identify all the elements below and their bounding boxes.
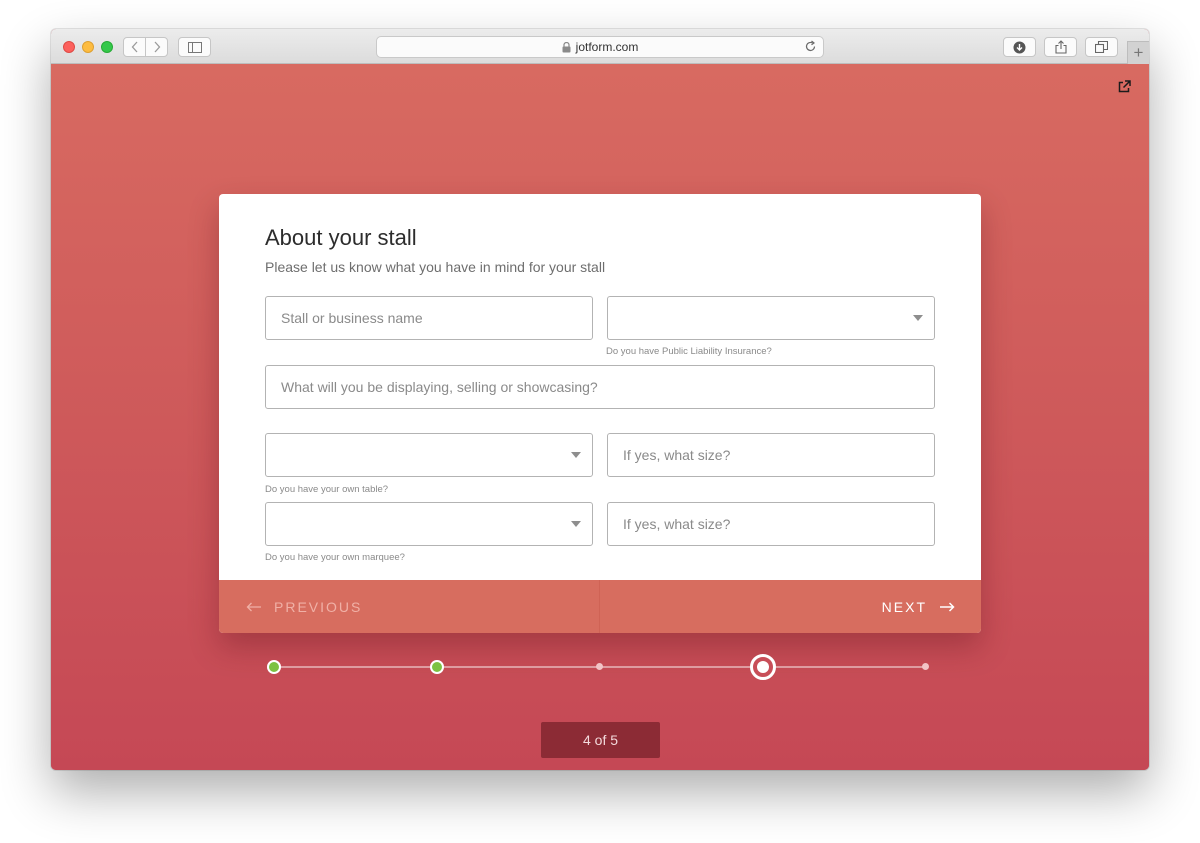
arrow-right-icon <box>939 601 955 612</box>
new-tab-button[interactable]: + <box>1127 41 1149 64</box>
address-bar[interactable]: jotform.com <box>376 36 824 58</box>
share-button[interactable] <box>1044 37 1077 57</box>
reload-icon[interactable] <box>804 40 817 53</box>
browser-window: jotform.com + About your stall Please le… <box>51 29 1149 770</box>
page-counter: 4 of 5 <box>541 722 660 758</box>
progress-step-5[interactable] <box>922 663 929 670</box>
own-table-select[interactable] <box>265 433 593 477</box>
insurance-select[interactable] <box>607 296 935 340</box>
tabs-overview-button[interactable] <box>1085 37 1118 57</box>
plus-icon: + <box>1133 43 1144 62</box>
page-content: About your stall Please let us know what… <box>51 64 1149 770</box>
progress-step-2[interactable] <box>430 660 444 674</box>
progress-step-3[interactable] <box>596 663 603 670</box>
own-marquee-select[interactable] <box>265 502 593 546</box>
sidebar-icon <box>187 41 202 53</box>
lock-icon <box>562 41 572 53</box>
share-icon <box>1054 40 1067 54</box>
chevron-left-icon <box>131 41 137 53</box>
form-navigation: PREVIOUS NEXT <box>219 580 981 633</box>
form-subtitle: Please let us know what you have in mind… <box>265 259 606 275</box>
form-card: About your stall Please let us know what… <box>219 194 981 633</box>
arrow-left-icon <box>246 602 262 612</box>
url-text: jotform.com <box>575 40 639 54</box>
previous-label: PREVIOUS <box>274 598 363 615</box>
insurance-helper: Do you have Public Liability Insurance? <box>606 346 772 357</box>
table-size-placeholder: If yes, what size? <box>623 447 731 463</box>
chevron-right-icon <box>154 41 160 53</box>
download-button[interactable] <box>1003 37 1036 57</box>
forward-button[interactable] <box>145 37 168 57</box>
chevron-down-icon <box>913 315 923 321</box>
table-size-input[interactable]: If yes, what size? <box>607 433 935 477</box>
sidebar-toggle-button[interactable] <box>178 37 211 57</box>
marquee-size-placeholder: If yes, what size? <box>623 516 731 532</box>
download-icon <box>1013 41 1026 53</box>
next-button[interactable]: NEXT <box>600 580 981 633</box>
display-input[interactable]: What will you be displaying, selling or … <box>265 365 935 409</box>
progress-step-4[interactable] <box>750 654 776 680</box>
previous-button[interactable]: PREVIOUS <box>219 580 600 633</box>
close-window-button[interactable] <box>63 41 75 53</box>
back-button[interactable] <box>123 37 146 57</box>
display-placeholder: What will you be displaying, selling or … <box>281 379 598 395</box>
own-marquee-helper: Do you have your own marquee? <box>265 552 405 563</box>
tabs-icon <box>1095 41 1108 53</box>
stall-name-input[interactable]: Stall or business name <box>265 296 593 340</box>
zoom-window-button[interactable] <box>101 41 113 53</box>
form-title: About your stall <box>265 225 417 250</box>
external-link-icon[interactable] <box>1118 80 1131 93</box>
browser-toolbar: jotform.com + <box>51 29 1149 64</box>
own-table-helper: Do you have your own table? <box>265 484 389 495</box>
marquee-size-input[interactable]: If yes, what size? <box>607 502 935 546</box>
chevron-down-icon <box>571 521 581 527</box>
minimize-window-button[interactable] <box>82 41 94 53</box>
chevron-down-icon <box>571 452 581 458</box>
next-label: NEXT <box>881 598 927 615</box>
progress-step-1[interactable] <box>267 660 281 674</box>
stall-name-placeholder: Stall or business name <box>281 310 423 326</box>
